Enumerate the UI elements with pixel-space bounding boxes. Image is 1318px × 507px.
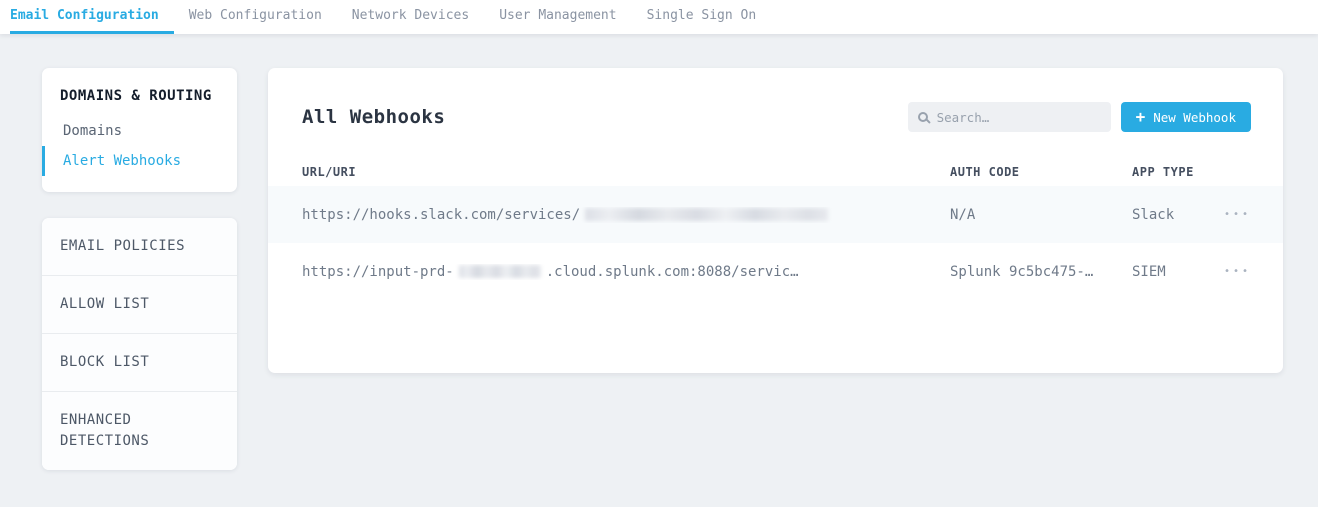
sidebar-item-email-policies[interactable]: EMAIL POLICIES: [42, 218, 237, 276]
row-actions-menu-icon[interactable]: •••: [1209, 205, 1251, 224]
table-header-row: URL/URI AUTH CODE APP TYPE: [268, 158, 1283, 186]
tab-email-configuration[interactable]: Email Configuration: [10, 0, 174, 34]
webhook-url: https://hooks.slack.com/services/: [302, 207, 950, 223]
table-row: https://hooks.slack.com/services/ N/A Sl…: [268, 186, 1283, 243]
search-input[interactable]: [937, 110, 1101, 125]
top-nav: Email Configuration Web Configuration Ne…: [0, 0, 1318, 34]
sidebar-item-domains[interactable]: Domains: [42, 116, 237, 146]
domains-routing-card: DOMAINS & ROUTING Domains Alert Webhooks: [42, 68, 237, 192]
sidebar-item-alert-webhooks[interactable]: Alert Webhooks: [42, 146, 237, 176]
row-actions-menu-icon[interactable]: •••: [1209, 262, 1251, 281]
sidebar-item-enhanced-detections[interactable]: ENHANCED DETECTIONS: [42, 392, 237, 470]
sidebar-item-block-list[interactable]: BLOCK LIST: [42, 334, 237, 392]
webhook-app-type: SIEM: [1132, 264, 1209, 280]
search-box: [908, 102, 1111, 132]
tab-web-configuration[interactable]: Web Configuration: [174, 0, 337, 34]
column-header-app-type: APP TYPE: [1132, 165, 1209, 179]
tab-single-sign-on[interactable]: Single Sign On: [632, 0, 772, 34]
webhook-url: https://input-prd-.cloud.splunk.com:8088…: [302, 264, 950, 280]
page-title: All Webhooks: [302, 106, 445, 128]
sidebar-item-allow-list[interactable]: ALLOW LIST: [42, 276, 237, 334]
column-header-auth-code: AUTH CODE: [950, 165, 1132, 179]
domains-routing-title: DOMAINS & ROUTING: [42, 86, 237, 116]
header-actions: + New Webhook: [908, 102, 1251, 132]
webhook-auth-code: Splunk 9c5bc475-…: [950, 264, 1132, 280]
tab-user-management[interactable]: User Management: [484, 0, 631, 34]
panel-header: All Webhooks + New Webhook: [268, 68, 1283, 158]
page-body: DOMAINS & ROUTING Domains Alert Webhooks…: [0, 34, 1318, 470]
redacted-text: [585, 208, 828, 221]
redacted-text: [459, 265, 541, 278]
column-header-url: URL/URI: [302, 165, 950, 179]
sidebar: DOMAINS & ROUTING Domains Alert Webhooks…: [42, 68, 237, 470]
webhooks-panel: All Webhooks + New Webhook URL/URI AUTH …: [268, 68, 1283, 373]
search-icon: [918, 112, 928, 122]
plus-icon: +: [1136, 109, 1146, 125]
webhook-auth-code: N/A: [950, 207, 1132, 223]
new-webhook-label: New Webhook: [1153, 110, 1236, 125]
webhook-app-type: Slack: [1132, 207, 1209, 223]
tab-network-devices[interactable]: Network Devices: [337, 0, 484, 34]
new-webhook-button[interactable]: + New Webhook: [1121, 102, 1251, 132]
table-row: https://input-prd-.cloud.splunk.com:8088…: [268, 243, 1283, 300]
webhooks-table: URL/URI AUTH CODE APP TYPE https://hooks…: [268, 158, 1283, 300]
sidebar-sections-card: EMAIL POLICIES ALLOW LIST BLOCK LIST ENH…: [42, 218, 237, 470]
